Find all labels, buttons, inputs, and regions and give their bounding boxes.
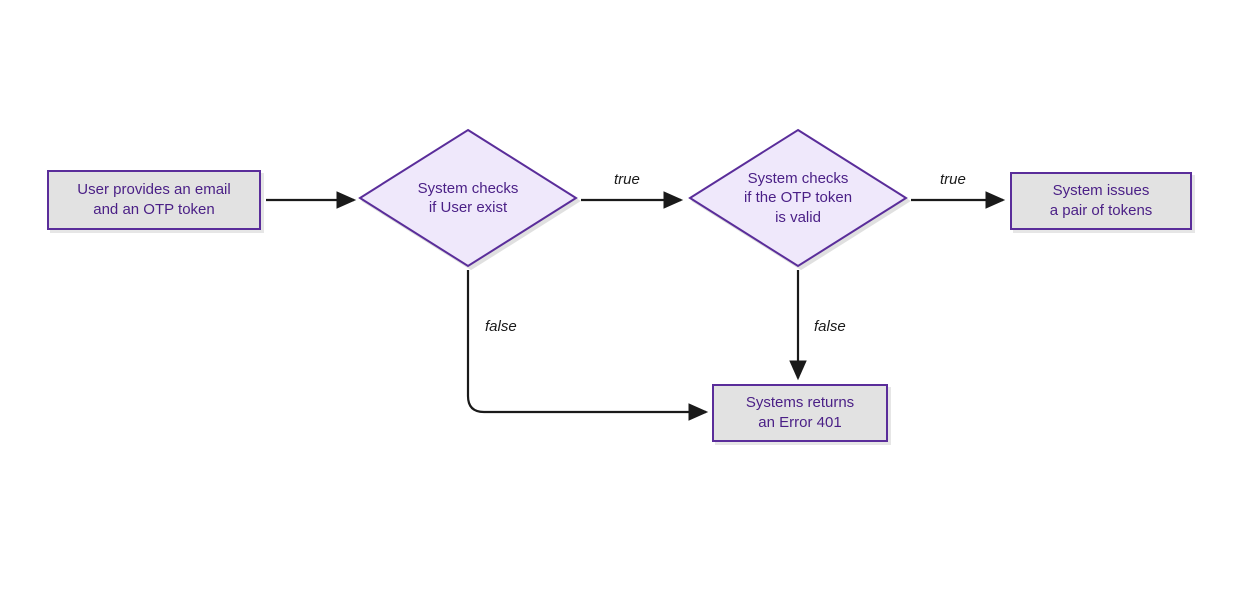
node-label-line: System checks [748,170,849,187]
edge-label-true: true [614,171,640,188]
edge-label-true: true [940,171,966,188]
arrow [907,190,1011,210]
node-label-line: an Error 401 [758,414,841,431]
node-label-line: System checks [418,180,519,197]
node-label-line: if the OTP token [744,189,852,206]
node-label-line: System issues [1053,182,1150,199]
node-issue-tokens: System issues a pair of tokens [1010,172,1192,230]
arrow [788,266,808,386]
node-user-provides: User provides an email and an OTP token [47,170,261,230]
node-label-line: and an OTP token [93,201,214,218]
flowchart-canvas: User provides an email and an OTP token … [0,0,1234,600]
node-error-401: Systems returns an Error 401 [712,384,888,442]
edge-label-false: false [485,318,517,335]
node-label-line: if User exist [429,199,507,216]
node-label-line: Systems returns [746,394,854,411]
node-check-otp: System checks if the OTP token is valid [688,128,908,268]
node-label-line: User provides an email [77,181,230,198]
arrow [577,190,689,210]
node-label-line: is valid [775,209,821,226]
arrow [458,266,718,436]
node-label-line: a pair of tokens [1050,202,1153,219]
arrow [262,190,362,210]
edge-label-false: false [814,318,846,335]
node-check-user: System checks if User exist [358,128,578,268]
